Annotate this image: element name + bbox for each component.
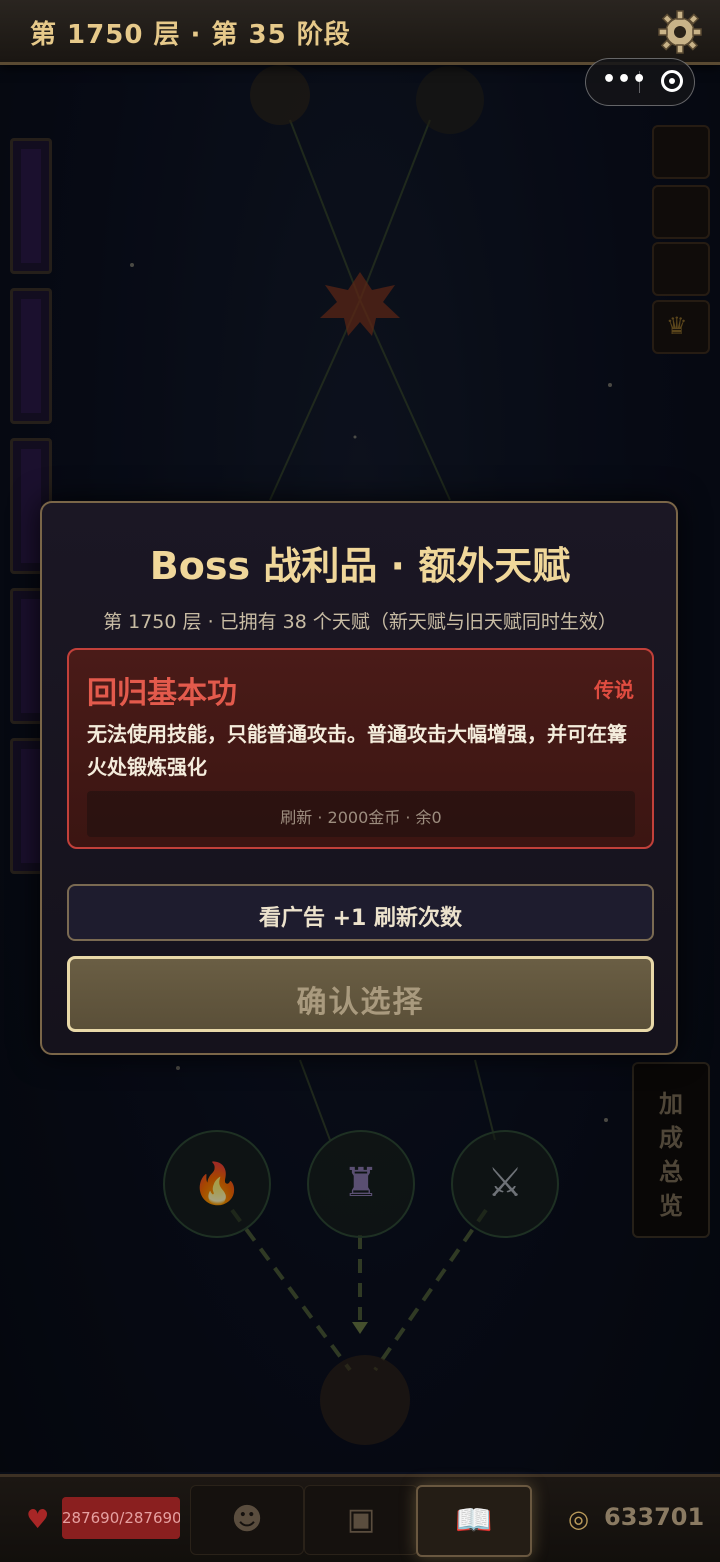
capsule-divider (639, 71, 640, 93)
refresh-label: 刷新 · 2000金币 · 余0 (280, 808, 442, 827)
modal-subtitle: 第 1750 层 · 已拥有 38 个天赋（新天赋与旧天赋同时生效） (103, 611, 617, 633)
talent-name: 回归基本功 (87, 676, 237, 711)
more-menu-icon[interactable]: ••• (602, 67, 647, 92)
confirm-selection-button[interactable]: 确认选择 (67, 956, 654, 1032)
refresh-button[interactable]: 刷新 · 2000金币 · 余0 (87, 791, 635, 837)
watch-ad-refresh-button[interactable]: 看广告 +1 刷新次数 (67, 884, 654, 941)
talent-card[interactable]: 回归基本功 传说 无法使用技能，只能普通攻击。普通攻击大幅增强，并可在篝火处锻炼… (67, 648, 654, 849)
tab-backpack[interactable]: ▣ (304, 1485, 418, 1555)
talent-description: 无法使用技能，只能普通攻击。普通攻击大幅增强，并可在篝火处锻炼强化 (87, 722, 627, 779)
tab-talent-book[interactable]: 📖 (416, 1485, 532, 1557)
heart-icon: ♥ (26, 1505, 50, 1535)
miniprogram-capsule: ••• (585, 58, 695, 106)
hp-bar: 287690/287690 (62, 1497, 180, 1539)
watch-ad-label: 看广告 +1 刷新次数 (258, 906, 463, 931)
close-miniprogram-icon[interactable] (661, 70, 683, 92)
backpack-icon: ▣ (346, 1502, 376, 1537)
bottom-bar: ♥ 287690/287690 ☻ ▣ 📖 ◎ 633701 (0, 1474, 720, 1562)
hero-icon: ☻ (231, 1502, 263, 1537)
modal-title: Boss 战利品 · 额外天赋 (149, 544, 571, 588)
hp-text: 287690/287690 (62, 1509, 180, 1527)
boss-loot-modal: Boss 战利品 · 额外天赋 第 1750 层 · 已拥有 38 个天赋（新天… (40, 501, 678, 1055)
coin-icon: ◎ (568, 1505, 589, 1533)
top-bar: 第 1750 层 · 第 35 阶段 (0, 0, 720, 65)
tab-hero[interactable]: ☻ (190, 1485, 304, 1555)
gold-amount: 633701 (604, 1503, 705, 1531)
level-title: 第 1750 层 · 第 35 阶段 (30, 20, 351, 50)
talent-rarity-badge: 传说 (594, 678, 634, 702)
confirm-label: 确认选择 (296, 985, 425, 1020)
gear-icon[interactable] (656, 8, 704, 56)
book-icon: 📖 (455, 1503, 493, 1538)
